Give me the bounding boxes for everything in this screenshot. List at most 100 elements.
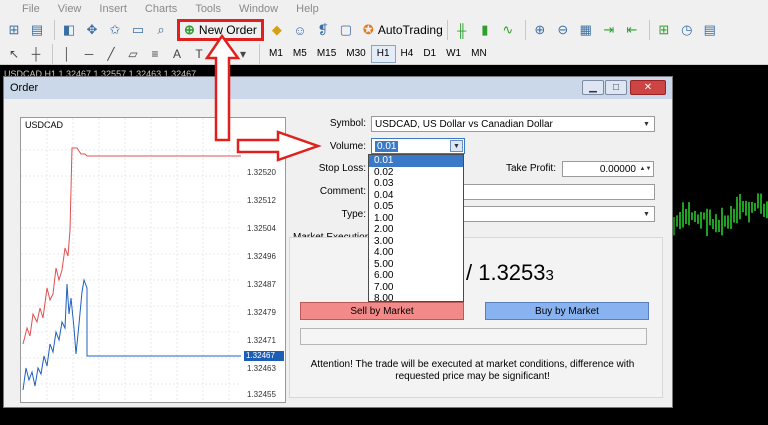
signals-icon[interactable]: ☺ bbox=[290, 20, 310, 40]
volume-option[interactable]: 6.00 bbox=[369, 270, 463, 282]
tick-label: 1.32463 bbox=[247, 364, 276, 373]
volume-select[interactable]: 0.01 ▼ bbox=[371, 138, 465, 154]
attention-line-1: Attention! The trade will be executed at… bbox=[310, 359, 635, 370]
volume-option[interactable]: 0.05 bbox=[369, 201, 463, 213]
text-tool-icon[interactable]: A bbox=[167, 45, 187, 63]
price-main: / 1.3253 bbox=[466, 260, 546, 285]
volume-option[interactable]: 2.00 bbox=[369, 224, 463, 236]
vps-icon[interactable]: ▢ bbox=[336, 20, 356, 40]
trendline-icon[interactable]: ╱ bbox=[101, 45, 121, 63]
toolbar-divider bbox=[54, 20, 55, 40]
volume-option[interactable]: 1.00 bbox=[369, 213, 463, 225]
autotrading-button[interactable]: ✪ AutoTrading bbox=[363, 22, 443, 38]
timeframe-m30[interactable]: M30 bbox=[341, 45, 370, 63]
symbol-select[interactable]: USDCAD, US Dollar vs Canadian Dollar ▼ bbox=[371, 116, 655, 132]
dialog-title: Order bbox=[10, 82, 39, 94]
minimize-button[interactable]: ▁ bbox=[582, 80, 604, 95]
volume-option[interactable]: 0.04 bbox=[369, 190, 463, 202]
progress-bar bbox=[300, 328, 647, 345]
periods-icon[interactable]: ◷ bbox=[677, 20, 697, 40]
toolbar-divider bbox=[259, 43, 260, 64]
line-chart-icon[interactable]: ∿ bbox=[498, 20, 518, 40]
timeframe-m5[interactable]: M5 bbox=[288, 45, 312, 63]
terminal-icon[interactable]: ▭ bbox=[128, 20, 148, 40]
drawing-toolbar: ↖ ┼ │ ─ ╱ ▱ ≡ A T ▲ ▾ M1 M5 M15 M30 H1 H… bbox=[0, 43, 768, 65]
market-icon[interactable]: ❡ bbox=[313, 20, 333, 40]
vertical-line-icon[interactable]: │ bbox=[57, 45, 77, 63]
chart-shift-icon[interactable]: ⇥ bbox=[599, 20, 619, 40]
stop-loss-label: Stop Loss: bbox=[318, 163, 366, 174]
tick-label: 1.32512 bbox=[247, 196, 276, 205]
volume-option[interactable]: 8.00 bbox=[369, 293, 463, 305]
arrows-icon[interactable]: ▲ bbox=[211, 45, 231, 63]
autotrading-icon: ✪ bbox=[362, 22, 374, 37]
cursor-icon[interactable]: ↖ bbox=[4, 45, 24, 63]
market-watch-icon[interactable]: ◧ bbox=[59, 20, 79, 40]
buy-by-market-button[interactable]: Buy by Market bbox=[485, 302, 649, 320]
timeframe-m15[interactable]: M15 bbox=[312, 45, 341, 63]
new-chart-icon[interactable]: ⊞ bbox=[4, 20, 24, 40]
attention-text: Attention! The trade will be executed at… bbox=[300, 359, 645, 383]
horizontal-line-icon[interactable]: ─ bbox=[79, 45, 99, 63]
maximize-button[interactable]: □ bbox=[605, 80, 627, 95]
tick-label: 1.32487 bbox=[247, 280, 276, 289]
menu-tools[interactable]: Tools bbox=[195, 3, 221, 15]
volume-dropdown-list[interactable]: 0.01 0.02 0.03 0.04 0.05 1.00 2.00 3.00 … bbox=[368, 154, 464, 305]
take-profit-input[interactable]: 0.00000 ▲▼ bbox=[562, 161, 654, 177]
timeframe-h4[interactable]: H4 bbox=[396, 45, 419, 63]
bar-chart-icon[interactable]: ╫ bbox=[452, 20, 472, 40]
indicators-icon[interactable]: ⊞ bbox=[654, 20, 674, 40]
tick-label: 1.32479 bbox=[247, 308, 276, 317]
tile-windows-icon[interactable]: ▦ bbox=[576, 20, 596, 40]
timeframe-m1[interactable]: M1 bbox=[264, 45, 288, 63]
menu-charts[interactable]: Charts bbox=[145, 3, 177, 15]
tick-label: 1.32520 bbox=[247, 168, 276, 177]
fibonacci-icon[interactable]: ≡ bbox=[145, 45, 165, 63]
profiles-icon[interactable]: ▤ bbox=[27, 20, 47, 40]
zoom-in-icon[interactable]: ⊕ bbox=[530, 20, 550, 40]
stepper-icon[interactable]: ▲▼ bbox=[639, 163, 652, 175]
menu-file[interactable]: File bbox=[22, 3, 40, 15]
new-order-button[interactable]: ⊕ New Order bbox=[177, 19, 264, 41]
volume-option[interactable]: 7.00 bbox=[369, 282, 463, 294]
autoscroll-icon[interactable]: ⇤ bbox=[622, 20, 642, 40]
candlestick-icon[interactable]: ▮ bbox=[475, 20, 495, 40]
comment-label: Comment: bbox=[319, 186, 366, 197]
volume-option[interactable]: 0.01 bbox=[369, 155, 463, 167]
dialog-titlebar[interactable]: Order ▁ □ ✕ bbox=[4, 77, 672, 99]
timeframe-d1[interactable]: D1 bbox=[418, 45, 441, 63]
volume-option[interactable]: 0.02 bbox=[369, 167, 463, 179]
current-price-tag: 1.32467 bbox=[244, 351, 284, 361]
strategy-tester-icon[interactable]: ⌕ bbox=[151, 20, 171, 40]
menu-help[interactable]: Help bbox=[296, 3, 319, 15]
timeframe-h1[interactable]: H1 bbox=[370, 44, 396, 63]
menu-window[interactable]: Window bbox=[239, 3, 278, 15]
volume-option[interactable]: 0.03 bbox=[369, 178, 463, 190]
timeframe-mn[interactable]: MN bbox=[466, 45, 492, 63]
menu-view[interactable]: View bbox=[58, 3, 82, 15]
zoom-out-icon[interactable]: ⊖ bbox=[553, 20, 573, 40]
channel-icon[interactable]: ▱ bbox=[123, 45, 143, 63]
data-window-icon[interactable]: ✥ bbox=[82, 20, 102, 40]
new-order-icon: ⊕ bbox=[184, 22, 195, 37]
volume-option[interactable]: 4.00 bbox=[369, 247, 463, 259]
close-button[interactable]: ✕ bbox=[630, 80, 666, 95]
menu-bar: File View Insert Charts Tools Window Hel… bbox=[0, 0, 768, 17]
attention-line-2: requested price may be significant! bbox=[395, 371, 550, 382]
volume-option[interactable]: 3.00 bbox=[369, 236, 463, 248]
dropdown-icon[interactable]: ▾ bbox=[233, 45, 253, 63]
templates-icon[interactable]: ▤ bbox=[700, 20, 720, 40]
symbol-label: Symbol: bbox=[329, 118, 366, 129]
menu-insert[interactable]: Insert bbox=[99, 3, 127, 15]
volume-option[interactable]: 5.00 bbox=[369, 259, 463, 271]
sell-by-market-button[interactable]: Sell by Market bbox=[300, 302, 464, 320]
navigator-icon[interactable]: ✩ bbox=[105, 20, 125, 40]
metaeditor-icon[interactable]: ◆ bbox=[267, 20, 287, 40]
mini-chart-lines bbox=[21, 118, 241, 402]
tick-label: 1.32504 bbox=[247, 224, 276, 233]
label-tool-icon[interactable]: T bbox=[189, 45, 209, 63]
timeframe-w1[interactable]: W1 bbox=[441, 45, 466, 63]
crosshair-icon[interactable]: ┼ bbox=[26, 45, 46, 63]
new-order-label: New Order bbox=[198, 23, 257, 37]
chevron-down-icon[interactable]: ▼ bbox=[450, 140, 463, 152]
